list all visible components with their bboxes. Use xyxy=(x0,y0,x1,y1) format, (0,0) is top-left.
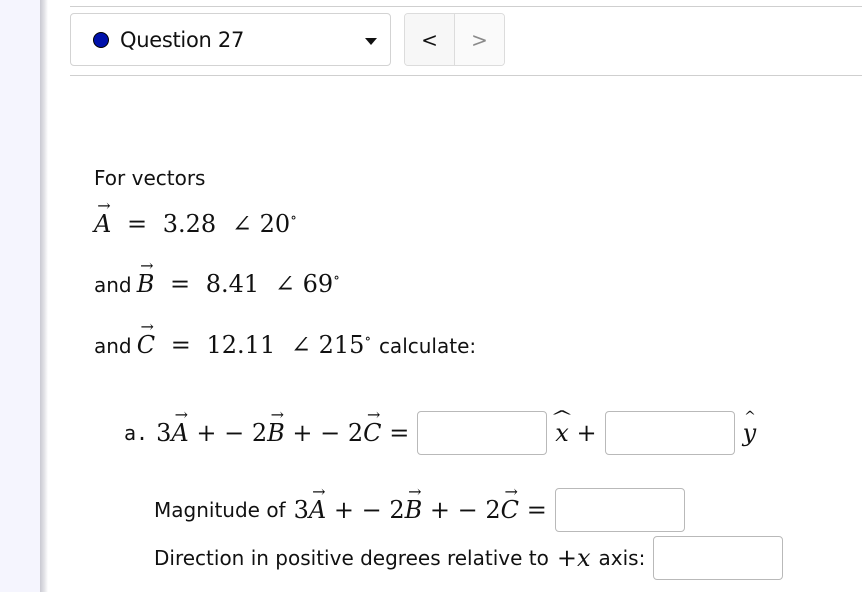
next-question-button[interactable]: > xyxy=(455,14,504,65)
vector-a-line: A = 3.28 ∠ 20∘ xyxy=(94,210,297,238)
angle-icon: ∠ xyxy=(274,270,295,298)
vector-c-angle: 215 xyxy=(318,331,365,359)
x-unit-vector: x xyxy=(555,419,569,447)
plus-sign: + xyxy=(292,419,313,447)
coeff-a: 3 xyxy=(156,419,172,447)
degree-icon: ∘ xyxy=(364,331,372,347)
axis-label: axis: xyxy=(598,546,646,570)
direction-label: Direction in positive degrees relative t… xyxy=(154,546,549,570)
divider-bottom xyxy=(70,75,862,76)
coeff-c: − 2 xyxy=(320,419,364,447)
magnitude-line: Magnitude of 3A + − 2B + − 2C = xyxy=(154,487,685,533)
vector-b-symbol: B xyxy=(137,270,155,298)
coeff-b: − 2 xyxy=(361,496,405,524)
vector-a-magnitude: 3.28 xyxy=(162,210,217,238)
previous-question-button[interactable]: < xyxy=(405,14,455,65)
direction-line: Direction in positive degrees relative t… xyxy=(154,535,784,581)
coeff-b: − 2 xyxy=(224,419,268,447)
status-dot-icon xyxy=(93,32,109,48)
plus-sign: + xyxy=(196,419,217,447)
vector-b-symbol: B xyxy=(405,496,423,524)
vector-c-symbol: C xyxy=(137,331,155,359)
y-unit-vector: y xyxy=(743,419,757,447)
vector-a-symbol: A xyxy=(171,419,188,447)
x-component-input[interactable] xyxy=(417,411,548,455)
equals-sign: = xyxy=(389,419,410,447)
vector-b-line: and B = 8.41 ∠ 69∘ xyxy=(94,270,340,298)
angle-icon: ∠ xyxy=(290,331,311,359)
vector-b-symbol: B xyxy=(267,419,285,447)
equals-sign: = xyxy=(170,270,191,298)
vector-c-line: and C = 12.11 ∠ 215∘ calculate: xyxy=(94,331,476,359)
angle-icon: ∠ xyxy=(231,210,252,238)
x-variable: x xyxy=(576,544,591,572)
chevron-left-icon: < xyxy=(421,27,438,52)
plus-sign: + xyxy=(556,544,577,572)
divider-top xyxy=(70,6,862,7)
magnitude-label: Magnitude of xyxy=(154,498,286,522)
vector-b-magnitude: 8.41 xyxy=(205,270,260,298)
and-text: and xyxy=(94,273,132,297)
coeff-c: − 2 xyxy=(457,496,501,524)
equals-sign: = xyxy=(170,331,191,359)
y-component-input[interactable] xyxy=(604,411,735,455)
question-select[interactable]: Question 27 xyxy=(70,13,391,66)
chevron-right-icon: > xyxy=(471,27,488,52)
degree-icon: ∘ xyxy=(333,270,341,286)
vector-b-angle: 69 xyxy=(302,270,334,298)
calculate-text: calculate: xyxy=(378,334,477,358)
equals-sign: = xyxy=(526,496,547,524)
plus-sign: + xyxy=(333,496,354,524)
vector-c-magnitude: 12.11 xyxy=(206,331,276,359)
part-a-label: a. xyxy=(124,421,149,445)
vector-a-symbol: A xyxy=(309,496,326,524)
caret-down-icon xyxy=(365,38,377,45)
sidebar-shadow xyxy=(40,0,48,592)
vector-a-symbol: A xyxy=(94,210,111,238)
left-sidebar xyxy=(0,0,40,592)
plus-sign: + xyxy=(429,496,451,524)
plus-sign: + xyxy=(576,419,597,447)
vector-a-angle: 20 xyxy=(259,210,291,238)
direction-input[interactable] xyxy=(653,536,784,580)
question-select-label: Question 27 xyxy=(120,28,245,52)
vector-c-symbol: C xyxy=(363,419,381,447)
question-nav: < > xyxy=(404,13,505,66)
magnitude-input[interactable] xyxy=(554,488,685,532)
coeff-a: 3 xyxy=(293,496,309,524)
intro-text: For vectors xyxy=(94,166,206,190)
part-a-line: a. 3A + − 2B + − 2C = x + y xyxy=(124,410,756,456)
equals-sign: = xyxy=(126,210,148,238)
and-text: and xyxy=(94,334,132,358)
vector-c-symbol: C xyxy=(501,496,519,524)
degree-icon: ∘ xyxy=(290,210,297,226)
